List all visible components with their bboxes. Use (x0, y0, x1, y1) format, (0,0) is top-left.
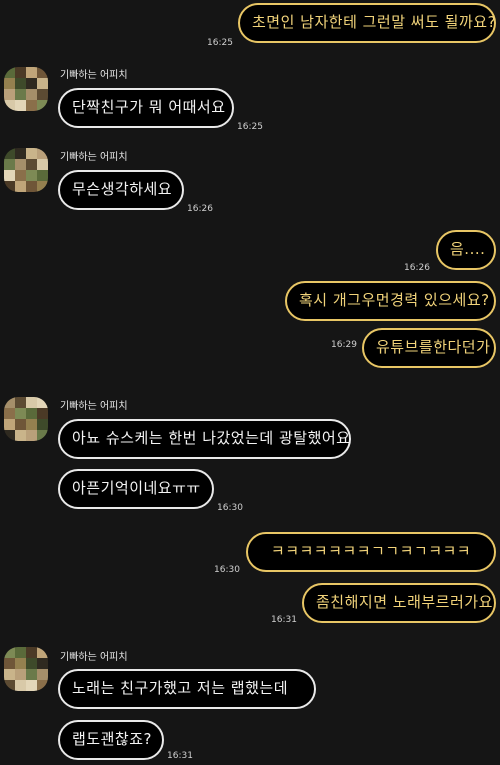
message-timestamp: 16:26 (404, 263, 430, 273)
message-timestamp: 16:31 (271, 615, 297, 625)
sender-name: 기빠하는 어피치 (60, 401, 128, 412)
message-timestamp: 16:29 (331, 340, 357, 350)
outgoing-message-bubble[interactable]: 유튜브를한다던가 (362, 328, 496, 368)
avatar-pixel (37, 419, 48, 430)
avatar-pixel (26, 430, 37, 441)
avatar-pixel (37, 669, 48, 680)
contact-avatar[interactable] (4, 148, 48, 192)
incoming-message-bubble[interactable]: 아픈기억이네요ㅠㅠ (58, 469, 214, 509)
avatar-pixel (4, 669, 15, 680)
message-timestamp: 16:30 (214, 565, 240, 575)
avatar-pixel (4, 100, 15, 111)
contact-avatar[interactable] (4, 67, 48, 111)
avatar-pixel (37, 397, 48, 408)
avatar-pixel (37, 89, 48, 100)
avatar-pixel (4, 67, 15, 78)
avatar-pixel (4, 419, 15, 430)
avatar-pixel (15, 430, 26, 441)
avatar-pixel (15, 170, 26, 181)
avatar-pixel (4, 148, 15, 159)
message-timestamp: 16:25 (237, 122, 263, 132)
avatar-pixel (26, 148, 37, 159)
sender-name: 기빠하는 어피치 (60, 152, 128, 163)
avatar-pixel (15, 67, 26, 78)
avatar-pixel (15, 408, 26, 419)
avatar-pixel (26, 408, 37, 419)
contact-avatar[interactable] (4, 647, 48, 691)
avatar-pixel (15, 181, 26, 192)
avatar-pixel (37, 67, 48, 78)
avatar-pixel (26, 181, 37, 192)
avatar-pixel (26, 397, 37, 408)
avatar-pixel (15, 680, 26, 691)
incoming-message-bubble[interactable]: 단짝친구가 뭐 어때서요 (58, 88, 234, 128)
avatar-pixel (15, 78, 26, 89)
avatar-pixel (26, 170, 37, 181)
avatar-pixel (15, 397, 26, 408)
incoming-message-bubble[interactable]: 아뇨 슈스케는 한번 나갔었는데 광탈했어요 (58, 419, 351, 459)
avatar-pixel (37, 181, 48, 192)
outgoing-message-bubble[interactable]: 초면인 남자한테 그런말 써도 될까요? (238, 3, 496, 43)
contact-avatar[interactable] (4, 397, 48, 441)
avatar-pixel (4, 430, 15, 441)
avatar-pixel (15, 148, 26, 159)
avatar-pixel (37, 148, 48, 159)
avatar-pixel (15, 159, 26, 170)
message-timestamp: 16:25 (207, 38, 233, 48)
avatar-pixel (26, 419, 37, 430)
avatar-pixel (37, 647, 48, 658)
avatar-pixel (15, 658, 26, 669)
incoming-message-bubble[interactable]: 랩도괜찮죠? (58, 720, 164, 760)
avatar-pixel (15, 669, 26, 680)
avatar-pixel (4, 658, 15, 669)
avatar-pixel (26, 680, 37, 691)
avatar-pixel (4, 647, 15, 658)
message-timestamp: 16:31 (167, 751, 193, 761)
avatar-pixel (37, 159, 48, 170)
avatar-pixel (37, 430, 48, 441)
message-timestamp: 16:30 (217, 503, 243, 513)
avatar-pixel (26, 159, 37, 170)
avatar-pixel (37, 100, 48, 111)
avatar-pixel (15, 100, 26, 111)
avatar-pixel (26, 100, 37, 111)
avatar-pixel (26, 67, 37, 78)
sender-name: 기빠하는 어피치 (60, 70, 128, 81)
avatar-pixel (4, 159, 15, 170)
avatar-pixel (26, 647, 37, 658)
outgoing-message-bubble[interactable]: 음.... (436, 230, 496, 270)
avatar-pixel (37, 680, 48, 691)
chat-view: 초면인 남자한테 그런말 써도 될까요? 16:25 기빠하는 어피치 단짝친구… (0, 0, 500, 765)
incoming-message-bubble[interactable]: 무슨생각하세요 (58, 170, 184, 210)
outgoing-message-bubble[interactable]: 혹시 개그우먼경력 있으세요? (285, 281, 496, 321)
avatar-pixel (4, 89, 15, 100)
message-timestamp: 16:26 (187, 204, 213, 214)
avatar-pixel (37, 170, 48, 181)
avatar-pixel (26, 78, 37, 89)
avatar-pixel (4, 170, 15, 181)
avatar-pixel (15, 647, 26, 658)
avatar-pixel (26, 89, 37, 100)
avatar-pixel (15, 419, 26, 430)
incoming-message-bubble[interactable]: 노래는 친구가했고 저는 랩했는데 (58, 669, 316, 709)
avatar-pixel (4, 680, 15, 691)
avatar-pixel (15, 89, 26, 100)
avatar-pixel (37, 408, 48, 419)
avatar-pixel (26, 669, 37, 680)
outgoing-message-bubble[interactable]: 좀친해지면 노래부르러가요 (302, 583, 496, 623)
avatar-pixel (4, 181, 15, 192)
avatar-pixel (37, 658, 48, 669)
avatar-pixel (37, 78, 48, 89)
avatar-pixel (4, 397, 15, 408)
sender-name: 기빠하는 어피치 (60, 652, 128, 663)
avatar-pixel (4, 408, 15, 419)
avatar-pixel (4, 78, 15, 89)
avatar-pixel (26, 658, 37, 669)
outgoing-message-bubble[interactable]: ㅋㅋㅋㅋㅋㅋㅋㄱㄱㅋㄱㅋㅋㅋ (246, 532, 496, 572)
